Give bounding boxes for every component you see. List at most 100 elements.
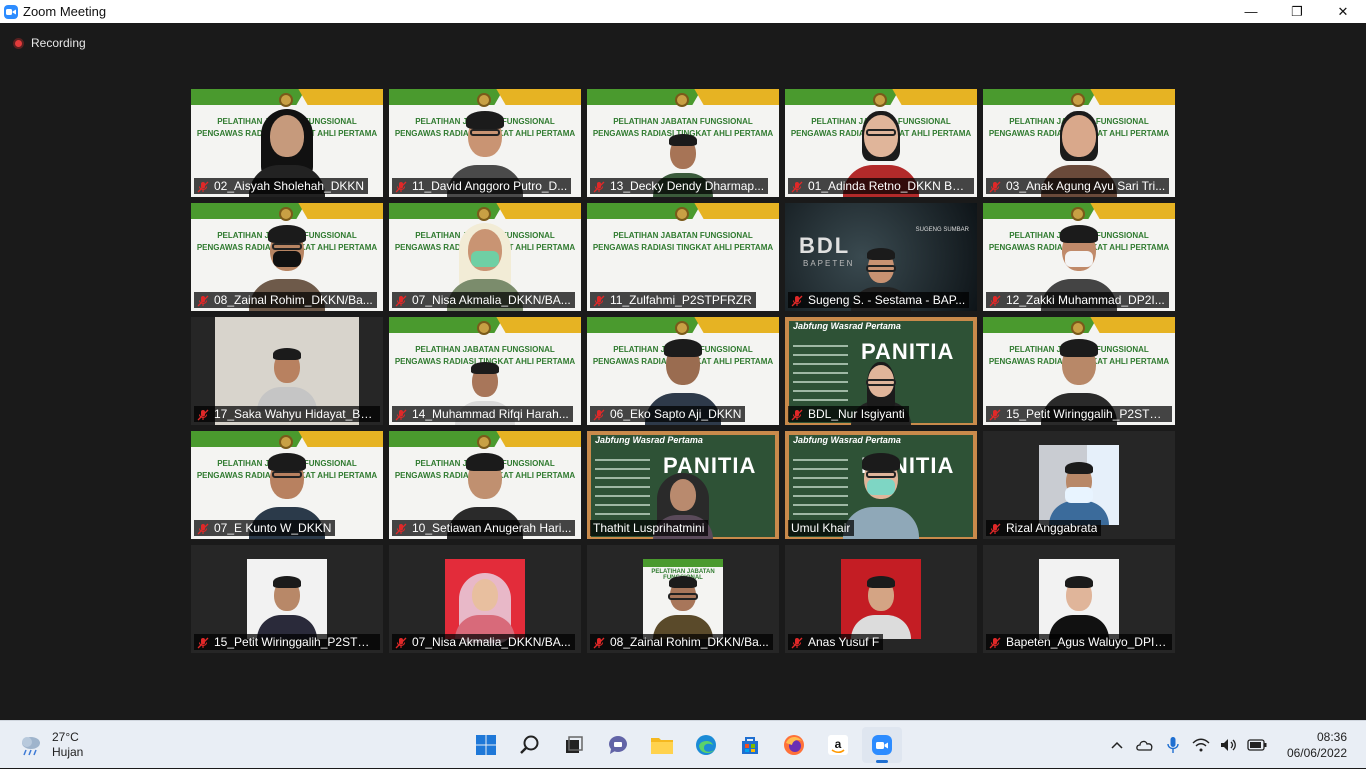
muted-mic-icon	[989, 522, 1001, 535]
search-icon[interactable]	[510, 727, 550, 763]
participant-tile[interactable]: Jabfung Wasrad Pertama PANITIA Thathit Lus…	[587, 431, 779, 539]
participant-tile[interactable]: 17_Saka Wahyu Hidayat_BR...	[191, 317, 383, 425]
participant-name-label: 07_E Kunto W_DKKN	[194, 520, 336, 536]
meeting-area: Recording PELATIHAN JABATAN FUNGSIONALPE…	[0, 23, 1366, 720]
file-explorer-icon[interactable]	[642, 727, 682, 763]
participant-tile[interactable]: Rizal Anggabrata	[983, 431, 1175, 539]
zoom-camera-icon	[4, 4, 18, 19]
participant-tile[interactable]: PELATIHAN JABATAN FUNGSIONALPENGAWAS RAD…	[983, 203, 1175, 311]
wifi-icon[interactable]	[1189, 733, 1213, 757]
bapeten-logo-icon	[279, 93, 293, 107]
participant-tile[interactable]: 07_Nisa Akmalia_DKKN/BA...	[389, 545, 581, 653]
recording-dot-icon	[13, 37, 24, 49]
participant-name-label: Rizal Anggabrata	[986, 520, 1102, 536]
participant-name: 07_E Kunto W_DKKN	[214, 521, 332, 535]
participant-name: 06_Eko Sapto Aji_DKKN	[610, 407, 742, 421]
participant-tile[interactable]: Bapeten_Agus Waluyo_DPIB...	[983, 545, 1175, 653]
participant-name-label: 08_Zainal Rohim_DKKN/Ba...	[590, 634, 773, 650]
participant-tile[interactable]: PELATIHAN JABATAN FUNGSIONALPENGAWAS RAD…	[389, 203, 581, 311]
close-button[interactable]: ✕	[1320, 0, 1366, 23]
bapeten-logo-icon	[279, 207, 293, 221]
muted-mic-icon	[593, 408, 605, 421]
participant-name-label: 11_David Anggoro Putro_D...	[392, 178, 572, 194]
muted-mic-icon	[791, 180, 803, 193]
onedrive-cloud-icon[interactable]	[1133, 733, 1157, 757]
participant-name-label: BDL_Nur Isgiyanti	[788, 406, 909, 422]
window-title: Zoom Meeting	[23, 4, 107, 19]
muted-mic-icon	[395, 180, 407, 193]
participant-name: 02_Aisyah Sholehah_DKKN	[214, 179, 365, 193]
muted-mic-icon	[989, 294, 1001, 307]
participant-name-label: Umul Khair	[788, 520, 855, 536]
participant-tile[interactable]: PELATIHAN JABATAN FUNGSIONALPENGAWAS RAD…	[587, 89, 779, 197]
participant-tile[interactable]: PELATIHAN JABATAN FUNGSIONALPENGAWAS RAD…	[191, 203, 383, 311]
zoom-icon[interactable]	[862, 727, 902, 763]
teams-chat-icon[interactable]	[598, 727, 638, 763]
amazon-icon[interactable]: a	[818, 727, 858, 763]
participant-tile[interactable]: PELATIHAN JABATAN FUNGSIONALPENGAWAS RAD…	[389, 431, 581, 539]
participant-name-label: 01_Adinda Retno_DKKN BA...	[788, 178, 974, 194]
bapeten-logo-icon	[1071, 93, 1085, 107]
participant-tile[interactable]: PELATIHAN JABATAN FUNGSIONALPENGAWAS RAD…	[191, 431, 383, 539]
participant-video	[257, 343, 317, 411]
system-clock[interactable]: 08:36 06/06/2022	[1287, 729, 1347, 761]
muted-mic-icon	[791, 408, 803, 421]
participant-name: 11_Zulfahmi_P2STPFRZR	[610, 293, 752, 307]
participant-name: 07_Nisa Akmalia_DKKN/BA...	[412, 293, 571, 307]
participant-name-label: 03_Anak Agung Ayu Sari Tri...	[986, 178, 1170, 194]
muted-mic-icon	[989, 180, 1001, 193]
participant-tile[interactable]: PELATIHAN JABATAN FUNGSIONALPENGAWAS RAD…	[587, 317, 779, 425]
participant-name: BDL_Nur Isgiyanti	[808, 407, 905, 421]
participant-name-label: 07_Nisa Akmalia_DKKN/BA...	[392, 634, 575, 650]
windows-start-icon[interactable]	[466, 727, 506, 763]
minimize-button[interactable]: —	[1228, 0, 1274, 23]
participant-tile[interactable]: PELATIHAN JABATAN FUNGSIONALPENGAWAS RAD…	[785, 89, 977, 197]
microphone-icon[interactable]	[1161, 733, 1185, 757]
participant-tile[interactable]: 15_Petit Wiringgalih_P2STPI...	[191, 545, 383, 653]
participant-name: 11_David Anggoro Putro_D...	[412, 179, 568, 193]
recording-indicator[interactable]: Recording	[13, 36, 86, 50]
participant-video	[1049, 457, 1109, 525]
participant-tile[interactable]: PELATIHAN JABATAN FUNGSIONALPENGAWAS RAD…	[389, 89, 581, 197]
participant-name-label: 08_Zainal Rohim_DKKN/Ba...	[194, 292, 377, 308]
muted-mic-icon	[593, 636, 605, 649]
bapeten-logo-icon	[675, 93, 689, 107]
weather-condition: Hujan	[52, 745, 84, 759]
participant-name: Bapeten_Agus Waluyo_DPIB...	[1006, 635, 1168, 649]
muted-mic-icon	[593, 180, 605, 193]
participant-tile[interactable]: BDL BAPETEN SUGENG SUMBAR Sugeng S. - Sesta…	[785, 203, 977, 311]
participant-name-label: 15_Petit Wiringgalih_P2STPI...	[194, 634, 380, 650]
participant-tile[interactable]: Jabfung Wasrad Pertama PANITIA Umul Khair	[785, 431, 977, 539]
muted-mic-icon	[593, 294, 605, 307]
participant-tile[interactable]: PELATIHAN JABATAN FUNGSIONALPENGAWAS RAD…	[983, 317, 1175, 425]
bapeten-logo-icon	[477, 93, 491, 107]
participant-tile[interactable]: PELATIHAN JABATAN FUNGSIONALPENGAWAS RAD…	[191, 89, 383, 197]
participant-tile[interactable]: PELATIHAN JABATAN FUNGSIONALPENGAWAS RAD…	[587, 203, 779, 311]
participant-name-label: Sugeng S. - Sestama - BAP...	[788, 292, 970, 308]
firefox-icon[interactable]	[774, 727, 814, 763]
participant-tile[interactable]: PELATIHAN JABATAN FUNGSIONAL08_Zainal Ro…	[587, 545, 779, 653]
muted-mic-icon	[395, 294, 407, 307]
chevron-up-icon[interactable]	[1105, 733, 1129, 757]
participant-tile[interactable]: Jabfung Wasrad Pertama PANITIA BDL_Nur Isg…	[785, 317, 977, 425]
participant-name-label: 17_Saka Wahyu Hidayat_BR...	[194, 406, 380, 422]
participant-name: Sugeng S. - Sestama - BAP...	[808, 293, 966, 307]
participant-tile[interactable]: PELATIHAN JABATAN FUNGSIONALPENGAWAS RAD…	[389, 317, 581, 425]
task-view-icon[interactable]	[554, 727, 594, 763]
participant-name-label: 12_Zakki Muhammad_DP2I...	[986, 292, 1169, 308]
participant-tile[interactable]: PELATIHAN JABATAN FUNGSIONALPENGAWAS RAD…	[983, 89, 1175, 197]
muted-mic-icon	[395, 522, 407, 535]
store-icon[interactable]	[730, 727, 770, 763]
gallery-view: PELATIHAN JABATAN FUNGSIONALPENGAWAS RAD…	[191, 89, 1175, 653]
maximize-button[interactable]: ❐	[1274, 0, 1320, 23]
edge-icon[interactable]	[686, 727, 726, 763]
battery-icon[interactable]	[1245, 733, 1269, 757]
muted-mic-icon	[989, 636, 1001, 649]
participant-name-label: 02_Aisyah Sholehah_DKKN	[194, 178, 369, 194]
participant-name: Thathit Lusprihatmini	[593, 521, 705, 535]
participant-tile[interactable]: Anas Yusuf F	[785, 545, 977, 653]
weather-widget[interactable]: 27°C Hujan	[18, 730, 83, 760]
participant-name-label: 07_Nisa Akmalia_DKKN/BA...	[392, 292, 575, 308]
participant-name-label: Anas Yusuf F	[788, 634, 884, 650]
speaker-icon[interactable]	[1217, 733, 1241, 757]
